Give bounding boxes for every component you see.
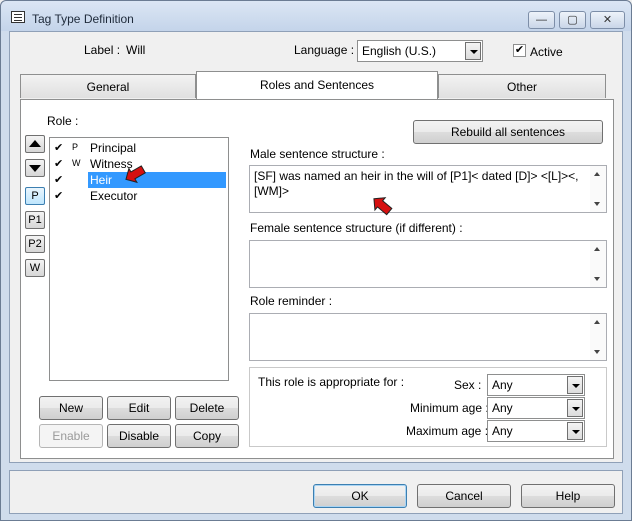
ok-button[interactable]: OK <box>313 484 407 508</box>
triangle-down-icon <box>29 165 41 172</box>
appropriate-groupbox: This role is appropriate for : Sex : Any… <box>249 367 607 447</box>
copy-button[interactable]: Copy <box>175 424 239 448</box>
scroll-up-icon[interactable] <box>594 320 600 324</box>
minimize-button[interactable]: — <box>528 11 555 29</box>
tab-roles-and-sentences[interactable]: Roles and Sentences <box>196 71 438 99</box>
enable-button[interactable]: Enable <box>39 424 103 448</box>
scroll-up-icon[interactable] <box>594 172 600 176</box>
check-icon: ✔ <box>54 190 64 202</box>
help-button[interactable]: Help <box>521 484 615 508</box>
scroll-up-icon[interactable] <box>594 247 600 251</box>
female-sentence-scrollbar[interactable] <box>590 241 606 287</box>
tab-panel-roles: Role : P P1 P2 W ✔ P Principal ✔ W Witne… <box>20 99 614 459</box>
role-caption: Role : <box>47 114 79 128</box>
role-reminder-caption: Role reminder : <box>250 294 333 308</box>
sex-caption: Sex : <box>454 378 482 392</box>
chevron-down-icon[interactable] <box>567 399 583 417</box>
chevron-down-icon[interactable] <box>567 376 583 394</box>
scroll-down-icon[interactable] <box>594 202 600 206</box>
delete-button[interactable]: Delete <box>175 396 239 420</box>
role-abbr: P <box>72 142 79 152</box>
new-button[interactable]: New <box>39 396 103 420</box>
scroll-down-icon[interactable] <box>594 277 600 281</box>
triangle-up-icon <box>29 140 41 147</box>
chevron-down-icon[interactable] <box>465 42 481 60</box>
list-item[interactable]: ✔ P Principal <box>50 140 228 156</box>
cancel-button[interactable]: Cancel <box>417 484 511 508</box>
scroll-down-icon[interactable] <box>594 350 600 354</box>
move-up-button[interactable] <box>25 135 45 153</box>
window-list-icon <box>11 11 25 23</box>
label-caption: Label : <box>84 43 121 57</box>
role-p-button[interactable]: P <box>25 187 45 205</box>
list-item[interactable]: ✔ Executor <box>50 188 228 204</box>
move-down-button[interactable] <box>25 159 45 177</box>
annotation-arrow-icon <box>373 197 393 216</box>
language-value: English (U.S.) <box>362 44 437 58</box>
role-p2-button[interactable]: P2 <box>25 235 45 253</box>
dialog-window: Tag Type Definition — ▢ ✕ Label : Will L… <box>0 0 632 521</box>
window-title: Tag Type Definition <box>32 12 134 26</box>
tab-general[interactable]: General <box>20 74 196 98</box>
rebuild-all-sentences-button[interactable]: Rebuild all sentences <box>413 120 603 144</box>
role-reminder-textarea[interactable] <box>249 313 607 361</box>
max-age-value: Any <box>492 424 513 438</box>
dialog-client-area: Label : Will Language : English (U.S.) ✔… <box>9 31 623 463</box>
close-button[interactable]: ✕ <box>590 11 625 29</box>
min-age-caption: Minimum age : <box>410 401 489 415</box>
appropriate-caption: This role is appropriate for : <box>258 375 405 389</box>
min-age-value: Any <box>492 401 513 415</box>
role-name: Executor <box>90 189 138 203</box>
check-icon: ✔ <box>54 174 64 186</box>
role-abbr: W <box>72 158 81 168</box>
sex-value: Any <box>492 378 513 392</box>
edit-button[interactable]: Edit <box>107 396 171 420</box>
active-checkbox[interactable]: ✔ <box>513 44 526 57</box>
chevron-down-icon[interactable] <box>567 422 583 440</box>
max-age-caption: Maximum age : <box>406 424 489 438</box>
role-reminder-scrollbar[interactable] <box>590 314 606 360</box>
check-icon: ✔ <box>54 158 64 170</box>
female-sentence-caption: Female sentence structure (if different)… <box>250 221 463 235</box>
male-sentence-caption: Male sentence structure : <box>250 147 385 161</box>
male-sentence-scrollbar[interactable] <box>590 166 606 212</box>
disable-button[interactable]: Disable <box>107 424 171 448</box>
dialog-footer: OK Cancel Help <box>9 470 623 514</box>
language-select[interactable]: English (U.S.) <box>357 40 483 62</box>
language-caption: Language : <box>294 43 355 57</box>
tab-other[interactable]: Other <box>438 74 606 98</box>
sex-select[interactable]: Any <box>487 374 585 396</box>
female-sentence-textarea[interactable] <box>249 240 607 288</box>
role-w-button[interactable]: W <box>25 259 45 277</box>
role-name: Principal <box>90 141 137 155</box>
check-icon: ✔ <box>54 142 64 154</box>
male-sentence-text: [SF] was named an heir in the will of [P… <box>254 169 579 198</box>
male-sentence-textarea[interactable]: [SF] was named an heir in the will of [P… <box>249 165 607 216</box>
title-bar[interactable]: Tag Type Definition — ▢ ✕ <box>1 1 631 31</box>
role-name: Heir <box>88 172 226 188</box>
label-value: Will <box>126 43 146 57</box>
role-list[interactable]: ✔ P Principal ✔ W Witness ✔ Heir ✔ Execu… <box>49 137 229 381</box>
maximize-button[interactable]: ▢ <box>559 11 586 29</box>
max-age-select[interactable]: Any <box>487 420 585 442</box>
annotation-arrow-icon <box>125 165 146 184</box>
active-label: Active <box>530 45 563 59</box>
min-age-select[interactable]: Any <box>487 397 585 419</box>
role-p1-button[interactable]: P1 <box>25 211 45 229</box>
